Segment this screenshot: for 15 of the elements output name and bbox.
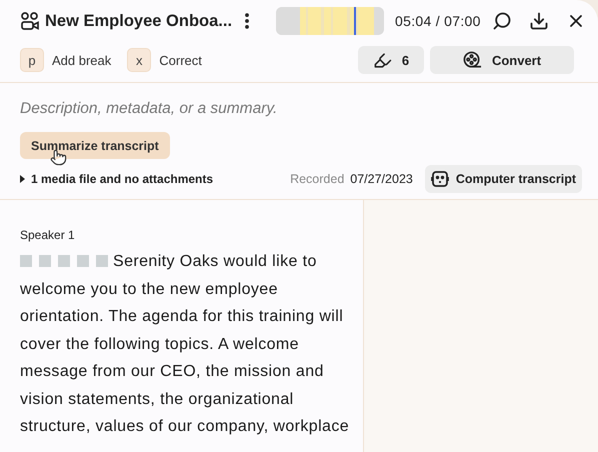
shortcut-key: p — [20, 48, 44, 72]
transcript-text: Serenity Oaks would like to welcome you to the new employee orientation. The agenda for this training will cover the following topics. A welcome message from our CEO, the mission and vision statements, the organizational structure, values of our company, workplace — [20, 252, 350, 437]
window-title: New Employee Onboa... — [45, 12, 232, 30]
speaker-label: Speaker 1 — [20, 228, 76, 242]
transcript-button[interactable]: Computer transcript — [424, 165, 582, 193]
convert-button[interactable]: Convert — [430, 46, 574, 74]
recorded-label: Recorded — [290, 172, 344, 186]
shortcut-key: x — [127, 48, 152, 72]
highlight-button[interactable]: 6 — [358, 46, 424, 74]
media-toggle[interactable]: 1 media file and no attachments — [20, 172, 214, 186]
shortcut-label[interactable]: Add break — [52, 52, 112, 68]
recorded-date: 07/27/2023 — [350, 172, 413, 186]
playback-time: 05:04 / 07:00 — [395, 13, 481, 29]
shortcut-label[interactable]: Correct — [159, 52, 202, 68]
description-field[interactable]: Description, metadata, or a summary. — [20, 97, 578, 121]
